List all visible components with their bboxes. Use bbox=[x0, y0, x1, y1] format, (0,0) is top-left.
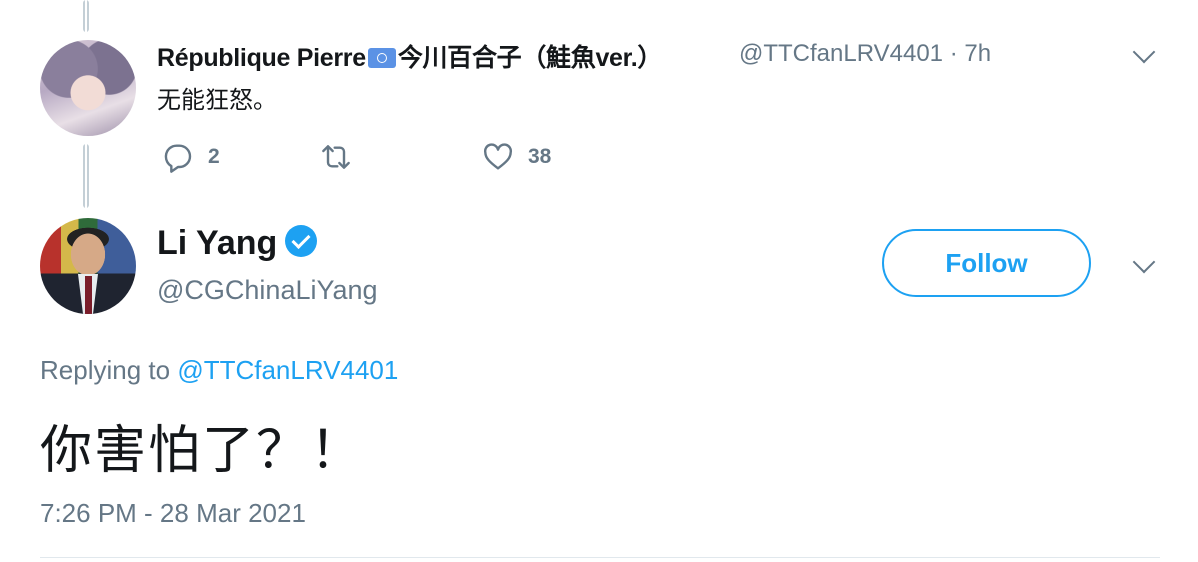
thread-line-middle bbox=[83, 144, 89, 208]
replying-prefix: Replying to bbox=[40, 355, 178, 385]
retweet-icon bbox=[322, 145, 350, 169]
like-count: 38 bbox=[528, 145, 552, 168]
tweet-text: 你害怕了？！ bbox=[40, 422, 365, 480]
tweet-timestamp[interactable]: 7:26 PM - 28 Mar 2021 bbox=[40, 498, 306, 529]
mention-link[interactable]: @TTCfanLRV4401 bbox=[177, 355, 398, 385]
follow-label: Follow bbox=[945, 247, 1028, 278]
like-icon bbox=[484, 143, 512, 170]
display-name[interactable]: République Pierre 今川百合子（鮭魚ver.） bbox=[157, 38, 662, 74]
display-name-suffix: 今川百合子（鮭魚ver.） bbox=[397, 44, 663, 72]
like-button[interactable]: 38 bbox=[482, 141, 551, 173]
avatar[interactable] bbox=[40, 40, 136, 136]
tweet-text: 无能狂怒。 bbox=[157, 87, 277, 114]
display-name-prefix: République Pierre bbox=[157, 44, 366, 72]
display-name[interactable]: Li Yang bbox=[157, 224, 318, 263]
display-name-text: Li Yang bbox=[157, 224, 278, 262]
reply-icon bbox=[164, 144, 192, 173]
replying-to: Replying to @TTCfanLRV4401 bbox=[40, 355, 398, 386]
chevron-down-icon[interactable] bbox=[1132, 250, 1156, 274]
avatar-tie bbox=[85, 276, 92, 314]
follow-button[interactable]: Follow bbox=[882, 229, 1091, 297]
handle: @TTCfanLRV4401 bbox=[739, 40, 944, 67]
reply-button[interactable]: 2 bbox=[162, 141, 220, 173]
tweet-time: · 7h bbox=[949, 40, 992, 67]
verified-badge-icon bbox=[285, 225, 318, 257]
chevron-down-icon[interactable] bbox=[1132, 40, 1156, 64]
retweet-button[interactable] bbox=[320, 141, 366, 173]
handle-and-time[interactable]: @TTCfanLRV4401 · 7h bbox=[739, 40, 991, 68]
un-flag-icon bbox=[367, 48, 396, 68]
thread-line-top bbox=[83, 0, 89, 32]
reply-count: 2 bbox=[208, 145, 220, 168]
divider bbox=[40, 557, 1160, 558]
avatar[interactable] bbox=[40, 218, 136, 314]
handle[interactable]: @CGChinaLiYang bbox=[157, 275, 378, 306]
